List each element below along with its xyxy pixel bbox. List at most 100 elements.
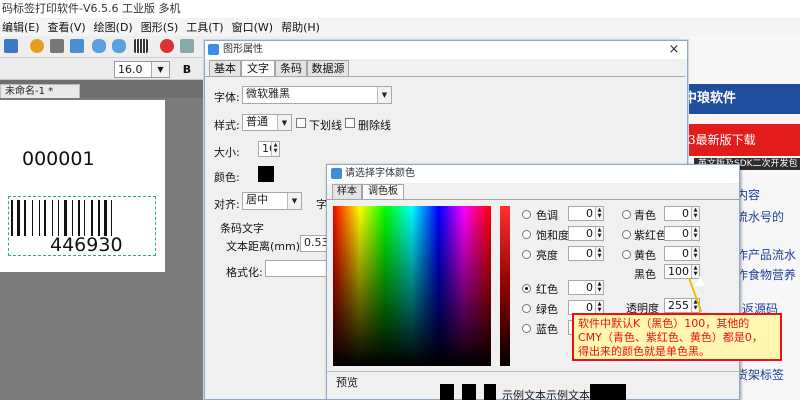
hue-input[interactable]: 0 ▲ ▼ <box>568 206 604 221</box>
blue-radio[interactable] <box>522 324 531 333</box>
app-title-bar: 码标签打印软件-V6.5.6 工业版 多机 <box>0 0 800 18</box>
preview-icon[interactable] <box>70 39 84 53</box>
hue-label: 色调 <box>536 209 558 222</box>
underline-checkbox[interactable] <box>296 118 306 128</box>
chevron-down-icon[interactable]: ▼ <box>151 62 169 77</box>
text-distance-label: 文本距离(mm): <box>226 240 304 253</box>
magenta-input[interactable]: 0 ▲ ▼ <box>664 226 700 241</box>
color-spectrum[interactable] <box>333 206 491 366</box>
cut-icon[interactable] <box>160 39 174 53</box>
chevron-down-icon[interactable]: ▼ <box>277 115 291 130</box>
tab-palette[interactable]: 调色板 <box>362 184 404 199</box>
font-family-value: 微软雅黑 <box>246 87 290 100</box>
app-icon <box>208 44 219 55</box>
web-link[interactable]: 货架标签 <box>736 366 784 383</box>
brightness-label: 亮度 <box>536 249 558 262</box>
brightness-radio[interactable] <box>522 250 531 259</box>
yellow-label: 黄色 <box>634 249 656 262</box>
yellow-radio[interactable] <box>622 250 631 259</box>
format-label: 格式化: <box>226 266 263 279</box>
spinner-icon[interactable]: ▲▼ <box>271 142 279 156</box>
brightness-input[interactable]: 0 ▲ ▼ <box>568 246 604 261</box>
menu-view[interactable]: 查看(V) <box>46 19 92 35</box>
barcode-bar <box>71 200 73 236</box>
tab-basic[interactable]: 基本 <box>209 60 241 76</box>
font-color-swatch[interactable] <box>258 166 274 182</box>
settings-icon[interactable] <box>30 39 44 53</box>
web-link[interactable]: 流水号的 <box>736 208 784 225</box>
download-link[interactable]: 3最新版下载 <box>684 124 800 156</box>
tab-datasource[interactable]: 数据源 <box>307 60 349 76</box>
spinner-icon[interactable]: ▲▼ <box>691 247 699 260</box>
color-label: 颜色: <box>214 171 240 184</box>
cyan-input[interactable]: 0 ▲ ▼ <box>664 206 700 221</box>
hue-radio[interactable] <box>522 210 531 219</box>
print-icon[interactable] <box>50 39 64 53</box>
style-value: 普通 <box>246 115 268 128</box>
luminance-slider[interactable] <box>500 206 510 366</box>
spinner-icon[interactable]: ▲▼ <box>595 207 603 220</box>
spinner-icon[interactable]: ▲▼ <box>691 227 699 240</box>
tab-samples[interactable]: 样本 <box>332 184 362 199</box>
chevron-down-icon[interactable]: ▼ <box>287 193 301 209</box>
tab-barcode[interactable]: 条码 <box>275 60 307 76</box>
strikethrough-label: 删除线 <box>358 119 391 132</box>
saturation-radio[interactable] <box>522 230 531 239</box>
bold-button[interactable]: B <box>178 61 196 78</box>
red-radio[interactable] <box>522 284 531 293</box>
align-select[interactable]: 居中 ▼ <box>242 192 302 210</box>
chevron-down-icon[interactable]: ▼ <box>377 87 391 103</box>
web-link[interactable]: 作产品流水 <box>736 246 796 263</box>
spinner-icon[interactable]: ▲▼ <box>691 207 699 220</box>
annotation-line: 得出来的颜色就是单色黑。 <box>578 345 710 358</box>
alpha-input[interactable]: 255 ▲ ▼ <box>664 298 700 313</box>
close-icon[interactable]: × <box>664 41 684 59</box>
red-input[interactable]: 0 ▲ ▼ <box>568 280 604 295</box>
menu-draw[interactable]: 绘图(D) <box>92 19 139 35</box>
barcode-bar <box>38 200 40 236</box>
yellow-input[interactable]: 0 ▲ ▼ <box>664 246 700 261</box>
save-icon[interactable] <box>4 39 18 53</box>
spinner-icon[interactable]: ▲▼ <box>595 227 603 240</box>
style-label: 样式: <box>214 119 240 132</box>
format-input[interactable] <box>265 260 329 277</box>
barcode-bar <box>78 200 80 236</box>
text-distance-input[interactable]: 0.53 <box>300 235 329 252</box>
copy-icon[interactable] <box>180 39 194 53</box>
menu-tools[interactable]: 工具(T) <box>184 19 229 35</box>
web-link[interactable]: 作食物营养 <box>736 266 796 283</box>
document-tab[interactable]: 未命名-1 * <box>0 84 80 98</box>
menu-shape[interactable]: 图形(S) <box>139 19 185 35</box>
barcode-bar <box>52 200 54 236</box>
grid-icon[interactable] <box>134 39 148 53</box>
database-link-icon[interactable] <box>112 39 126 53</box>
barcode-bar <box>97 200 100 236</box>
magenta-label: 紫红色 <box>634 229 667 242</box>
tab-text[interactable]: 文字 <box>241 60 275 77</box>
menu-help[interactable]: 帮助(H) <box>279 19 326 35</box>
barcode-bar <box>31 200 33 236</box>
barcode-bar <box>24 200 27 236</box>
menu-edit[interactable]: 编辑(E) <box>0 19 46 35</box>
barcode-bar <box>103 200 107 236</box>
menu-window[interactable]: 窗口(W) <box>230 19 279 35</box>
sequence-number-text[interactable]: 000001 <box>22 148 95 170</box>
cyan-radio[interactable] <box>622 210 631 219</box>
blue-label: 蓝色 <box>536 323 558 336</box>
strikethrough-checkbox[interactable] <box>345 118 355 128</box>
tab-divider <box>205 76 685 77</box>
saturation-input[interactable]: 0 ▲ ▼ <box>568 226 604 241</box>
spinner-icon[interactable]: ▲▼ <box>595 281 603 294</box>
style-select[interactable]: 普通 ▼ <box>242 114 292 131</box>
color-dialog-title: 请选择字体颜色 <box>327 165 739 183</box>
size-stepper[interactable]: 16 ▲ ▼ <box>258 141 280 157</box>
black-label: 黑色 <box>634 268 656 281</box>
magenta-radio[interactable] <box>622 230 631 239</box>
barcode-text-group-label: 条码文字 <box>220 222 264 235</box>
font-family-select[interactable]: 微软雅黑 ▼ <box>242 86 392 104</box>
green-radio[interactable] <box>522 304 531 313</box>
spinner-icon[interactable]: ▲▼ <box>595 247 603 260</box>
mouse-cursor-icon <box>695 276 705 286</box>
database-icon[interactable] <box>92 39 106 53</box>
preview-label: 预览 <box>336 376 358 389</box>
